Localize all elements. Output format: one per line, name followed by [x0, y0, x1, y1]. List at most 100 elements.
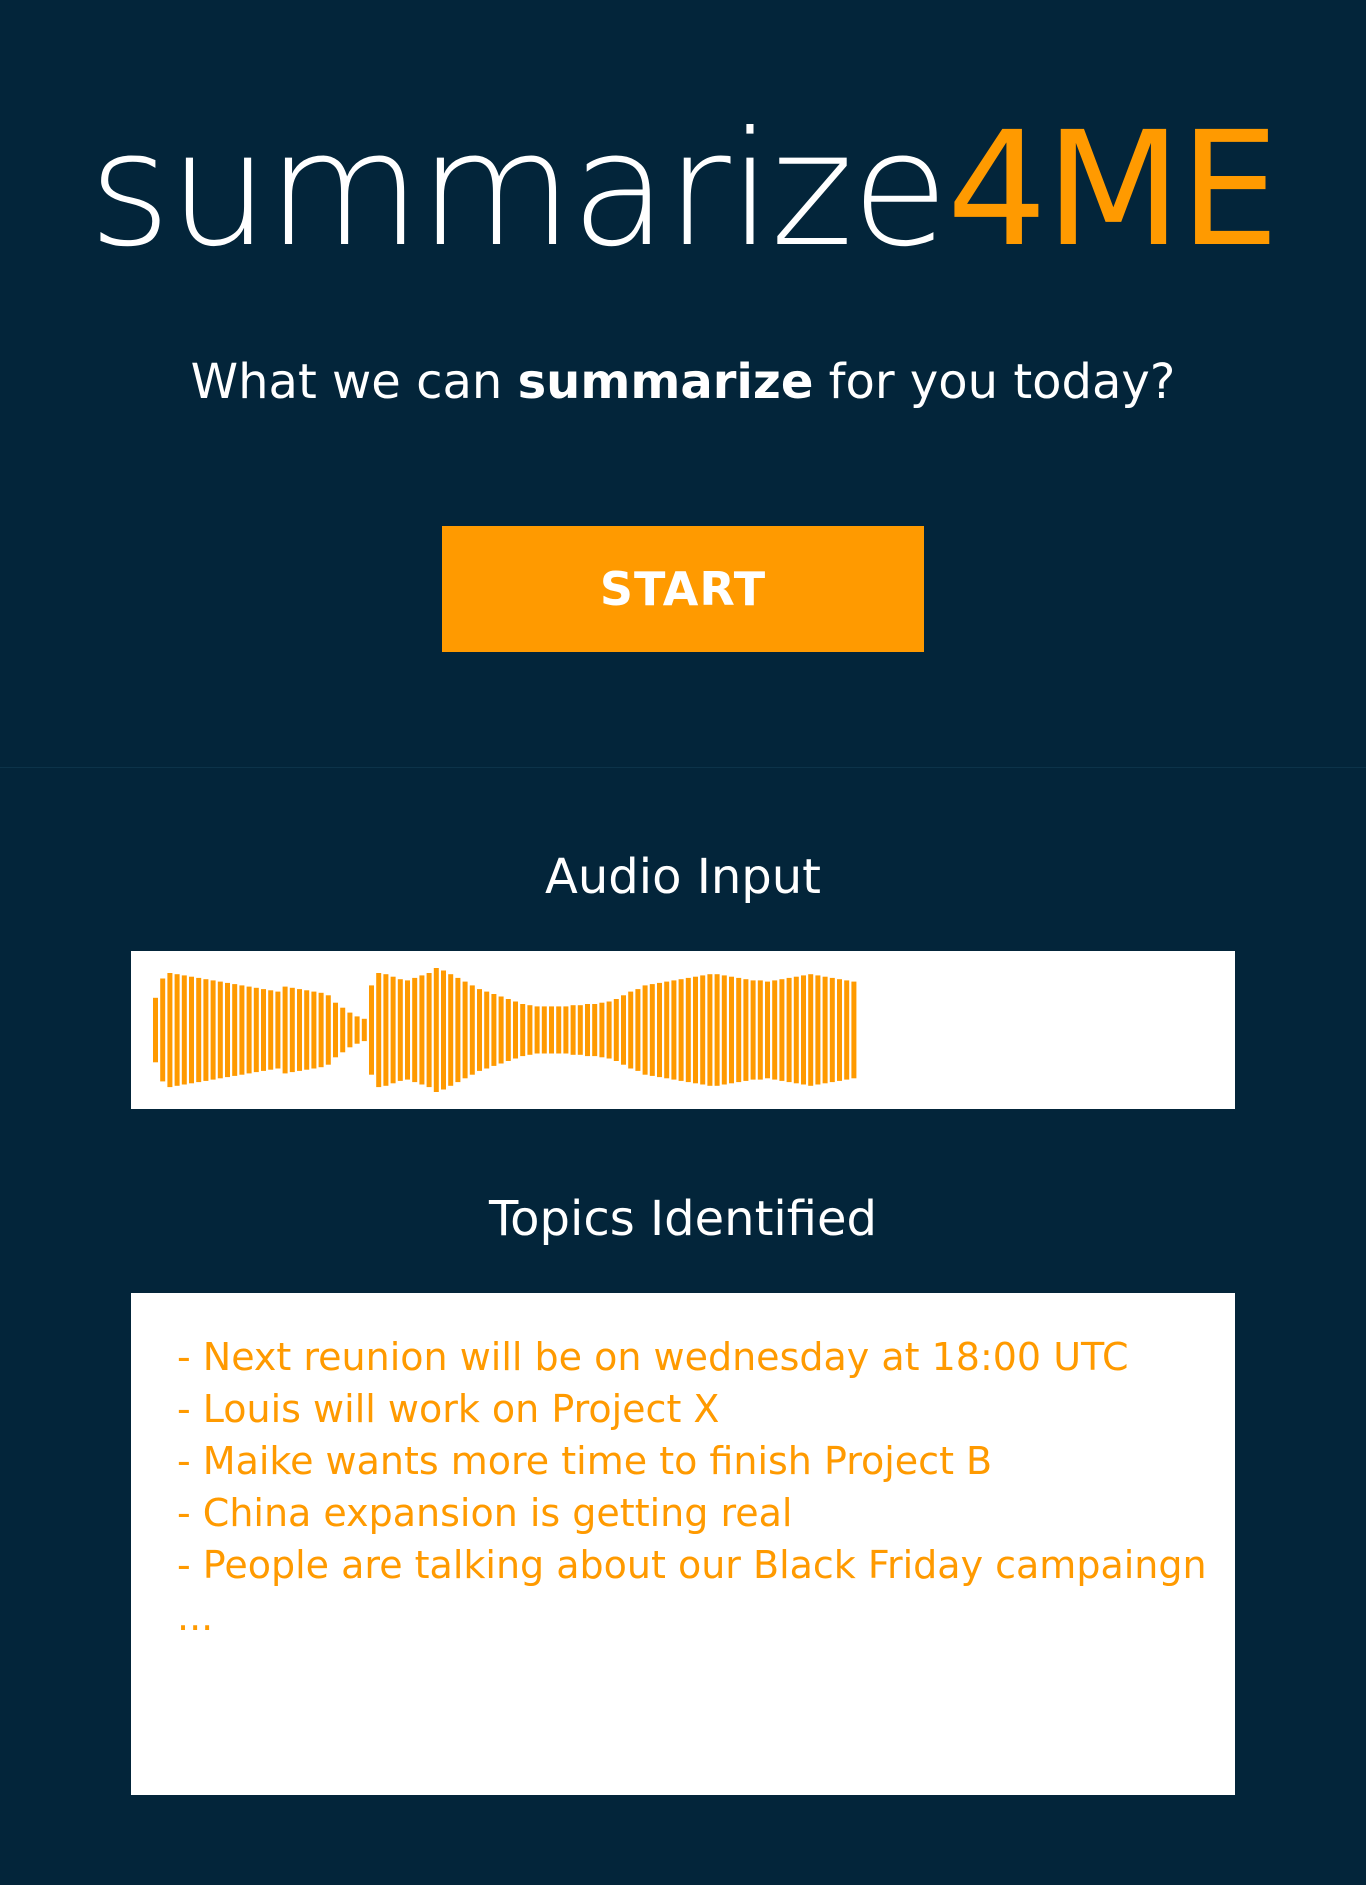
- waveform-bar: [505, 999, 511, 1061]
- waveform-bar: [556, 1006, 562, 1054]
- waveform-bar: [585, 1004, 590, 1057]
- waveform-bar: [671, 980, 677, 1080]
- topic-item: - Next reunion will be on wednesday at 1…: [177, 1335, 1129, 1379]
- waveform-bar: [261, 989, 266, 1071]
- waveform-bar: [570, 1005, 576, 1055]
- waveform-bar: [203, 979, 209, 1081]
- waveform-bar: [664, 981, 670, 1079]
- waveform-bar: [729, 976, 734, 1084]
- waveform-bar: [772, 980, 778, 1080]
- topic-item: - China expansion is getting real: [177, 1491, 793, 1535]
- waveform-bar: [649, 984, 655, 1076]
- waveform-bar: [685, 977, 691, 1083]
- waveform-bar: [347, 1012, 353, 1048]
- waveform-bar: [628, 991, 634, 1069]
- waveform-bar: [577, 1005, 583, 1055]
- waveform-bar: [642, 985, 648, 1075]
- waveform-bar: [239, 985, 245, 1075]
- waveform-bar: [815, 975, 821, 1085]
- section-divider: [0, 767, 1366, 768]
- waveform-bar: [311, 991, 317, 1069]
- audio-input-panel: [131, 951, 1235, 1109]
- topics-panel: - Next reunion will be on wednesday at 1…: [131, 1293, 1235, 1795]
- waveform-bar: [390, 976, 396, 1084]
- waveform-bar: [808, 974, 814, 1086]
- waveform-bar: [361, 1018, 367, 1042]
- topic-item: - Louis will work on Project X: [177, 1387, 720, 1431]
- waveform-bar: [383, 974, 389, 1086]
- waveform-bar: [268, 990, 274, 1070]
- waveform-bar: [851, 981, 857, 1079]
- waveform-bar: [232, 984, 238, 1076]
- waveform-bar: [750, 980, 756, 1080]
- waveform-bar: [376, 973, 382, 1088]
- waveform-bar: [606, 1001, 612, 1059]
- waveform-bar: [765, 981, 770, 1079]
- waveform-bar: [844, 980, 850, 1080]
- waveform-bar: [289, 987, 295, 1073]
- waveform-bar: [757, 980, 763, 1080]
- waveform-bar: [210, 980, 216, 1080]
- waveform-bar: [520, 1004, 526, 1057]
- page-question: What we can summarize for you today?: [0, 350, 1366, 414]
- question-bold: summarize: [517, 354, 814, 410]
- logo-main-text: summarize: [88, 98, 949, 282]
- topic-ellipsis: ...: [177, 1595, 214, 1639]
- waveform-bar: [153, 997, 158, 1063]
- waveform-bar: [599, 1002, 605, 1058]
- waveform-bar: [275, 991, 281, 1069]
- waveform-bar: [304, 990, 310, 1070]
- waveform-bar: [462, 981, 468, 1079]
- waveform-bar: [822, 976, 828, 1084]
- waveform-bar: [786, 977, 792, 1083]
- waveform-bar: [441, 970, 446, 1090]
- start-button[interactable]: START: [442, 526, 924, 652]
- waveform-bar: [837, 979, 842, 1081]
- waveform-bar: [657, 982, 662, 1078]
- waveform-bar: [592, 1004, 598, 1057]
- question-suffix: for you today?: [828, 354, 1176, 410]
- waveform-bar: [541, 1006, 547, 1054]
- audio-waveform: [153, 968, 857, 1092]
- waveform-bar: [318, 992, 324, 1068]
- waveform-bar: [829, 977, 835, 1083]
- waveform-bar: [484, 991, 490, 1069]
- waveform-bar: [498, 996, 504, 1064]
- audio-input-heading: Audio Input: [545, 849, 821, 905]
- waveform-bar: [196, 977, 202, 1083]
- waveform-bar: [369, 985, 374, 1075]
- waveform-bar: [527, 1005, 533, 1055]
- waveform-bar: [412, 977, 418, 1083]
- waveform-bar: [534, 1006, 540, 1054]
- waveform-bar: [707, 974, 713, 1086]
- waveform-bar: [455, 977, 461, 1083]
- waveform-bar: [563, 1006, 569, 1054]
- waveform-bar: [477, 989, 482, 1071]
- waveform-bar: [405, 980, 410, 1080]
- waveform-bar: [721, 975, 727, 1085]
- waveform-bar: [160, 978, 166, 1082]
- waveform-bar: [801, 975, 806, 1085]
- waveform-bar: [549, 1006, 554, 1054]
- hero-section: summarize4ME What we can summarize for y…: [0, 0, 1366, 767]
- waveform-bar: [700, 975, 706, 1085]
- waveform-bar: [635, 989, 641, 1071]
- waveform-bar: [225, 982, 230, 1078]
- topic-item: - People are talking about our Black Fri…: [177, 1543, 1207, 1587]
- waveform-bar: [217, 981, 223, 1079]
- waveform-bar: [174, 974, 180, 1086]
- waveform-bar: [448, 974, 454, 1086]
- waveform-bar: [779, 979, 785, 1081]
- app-logo: summarize4ME: [0, 95, 1366, 285]
- waveform-bar: [297, 989, 302, 1071]
- waveform-bar: [491, 994, 497, 1066]
- waveform-bar: [397, 979, 403, 1081]
- waveform-bar: [189, 976, 194, 1084]
- waveform-bar: [613, 999, 619, 1061]
- waveform-bar: [433, 968, 439, 1092]
- waveform-bar: [793, 976, 799, 1084]
- waveform-bar: [325, 995, 331, 1065]
- waveform-bar: [736, 977, 742, 1083]
- topic-item: - Maike wants more time to finish Projec…: [177, 1439, 993, 1483]
- waveform-bar: [253, 987, 259, 1073]
